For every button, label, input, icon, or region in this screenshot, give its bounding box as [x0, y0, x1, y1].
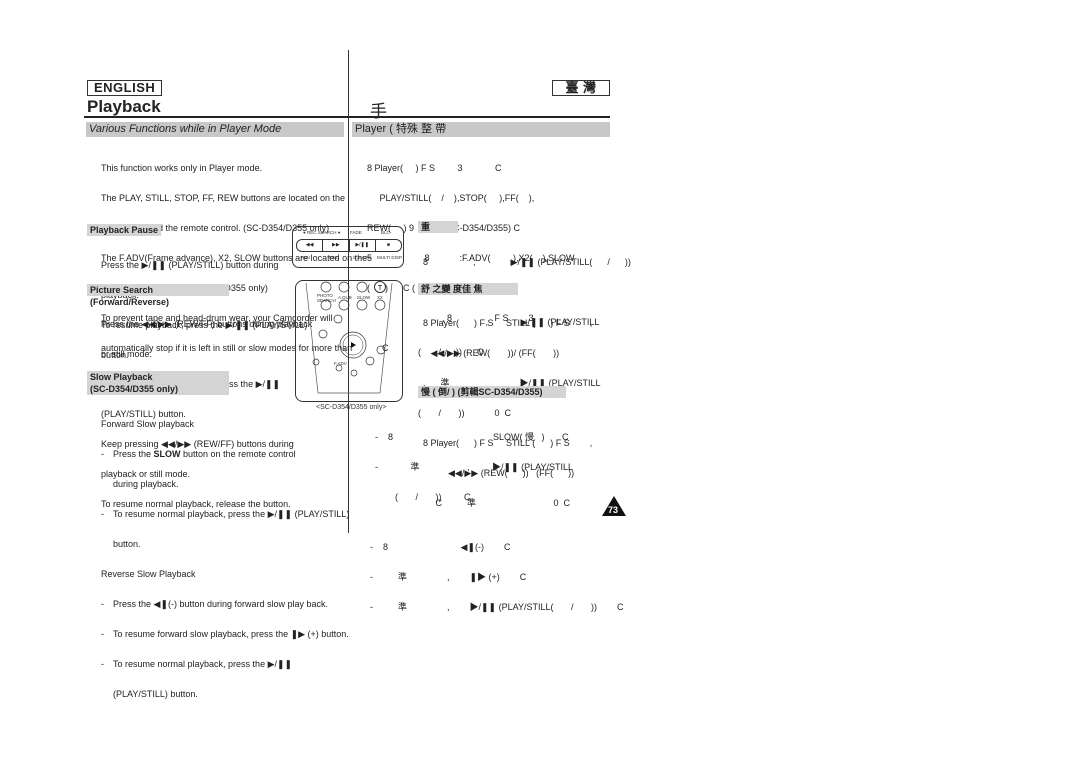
slow-playback-text-chinese: - 8 SLOW( 慢 ) C - 準 , ▶/❚❚ (PLAY/STILL (… — [370, 432, 624, 612]
language-label-chinese: 臺 灣 — [552, 80, 610, 96]
section-heading-chinese: Player ( 特殊 整 帶 — [352, 122, 610, 137]
fast-forward-button: ▶▶ — [323, 240, 350, 251]
forward-step-2: - To resume normal playback, press the ▶/… — [101, 509, 350, 519]
slow-playback-heading-chinese: 慢 ( 倒/ ) (剪輯SC-D354/D355) — [418, 386, 566, 398]
picture-search-heading: Picture Search (Forward/Reverse) — [87, 284, 229, 307]
playback-pause-heading-chinese: 重 — [418, 221, 458, 233]
slow-playback-text: Forward Slow playback - Press the SLOW bu… — [101, 419, 350, 699]
page-title: Playback — [87, 97, 161, 116]
section-heading: Various Functions while in Player Mode — [86, 122, 344, 137]
page-title-chinese: 手 — [370, 102, 387, 121]
language-label-english: ENGLISH — [87, 80, 163, 96]
rewind-button: ◀◀ — [297, 240, 324, 251]
slow-playback-heading-model: (SC-D354/D355 only) — [87, 383, 229, 395]
reverse-step-3: - To resume normal playback, press the ▶/… — [101, 659, 293, 669]
header-rule — [84, 116, 610, 118]
reverse-step-2: - To resume forward slow playback, press … — [101, 629, 349, 639]
picture-search-heading-chinese: 舒 之變 度佳 焦 — [418, 283, 518, 295]
slow-playback-heading: Slow Playback (Forward/Reverse) — [87, 371, 229, 394]
photo-search-label: PHOTO SEARCH — [317, 293, 336, 303]
remote-caption: <SC-D354/D355 only> — [316, 404, 387, 411]
forward-step-1: - Press the SLOW button on the remote con… — [101, 449, 296, 459]
fadv-label: F.ADV — [334, 361, 347, 366]
reverse-step-1: - Press the ◀❚(-) button during forward s… — [101, 599, 329, 609]
playback-pause-heading: Playback Pause — [87, 224, 161, 236]
page-number: 73 — [608, 505, 619, 515]
adub-label: A.DUB — [338, 295, 352, 300]
forward-slow-title: Forward Slow playback — [101, 419, 195, 429]
reverse-slow-title: Reverse Slow Playback — [101, 569, 196, 579]
